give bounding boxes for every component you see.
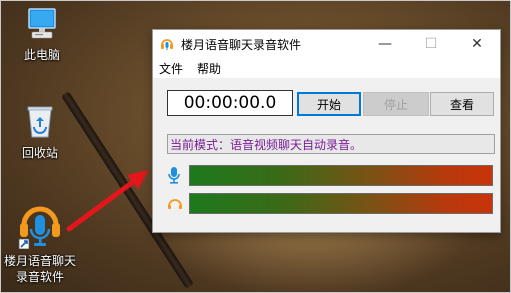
microphone-level-meter: [189, 164, 493, 186]
start-button[interactable]: 开始: [297, 92, 361, 116]
menu-bar: 文件 帮助: [153, 58, 500, 78]
current-mode-status: 当前模式：语音视频聊天自动录音。: [167, 134, 495, 154]
view-button[interactable]: 查看: [430, 92, 494, 116]
stop-button[interactable]: 停止: [363, 92, 429, 116]
menu-help[interactable]: 帮助: [197, 60, 221, 77]
timer-display: 00:00:00.0: [167, 90, 293, 116]
app-window: 楼月语音聊天录音软件 — ☐ ✕ 文件 帮助 00:00:00.0 开始 停止 …: [152, 29, 501, 233]
desktop: 此电脑 回收站 楼月语音聊天 录音软件 楼月语音聊天录音软件 — ☐ ✕ 文件 …: [0, 0, 511, 293]
speaker-meter-row: [167, 192, 495, 214]
headphones-icon: [167, 193, 189, 213]
microphone-meter-row: [167, 164, 495, 186]
maximize-button[interactable]: ☐: [408, 30, 454, 58]
title-bar[interactable]: 楼月语音聊天录音软件 — ☐ ✕: [153, 30, 500, 58]
minimize-button[interactable]: —: [362, 30, 408, 58]
app-icon: [161, 39, 173, 50]
window-title: 楼月语音聊天录音软件: [181, 37, 302, 52]
close-button[interactable]: ✕: [454, 30, 500, 58]
menu-file[interactable]: 文件: [159, 60, 183, 77]
main-panel: 00:00:00.0 开始 停止 查看 当前模式：语音视频聊天自动录音。: [153, 78, 500, 232]
speaker-level-meter: [189, 192, 493, 214]
microphone-icon: [167, 165, 189, 185]
